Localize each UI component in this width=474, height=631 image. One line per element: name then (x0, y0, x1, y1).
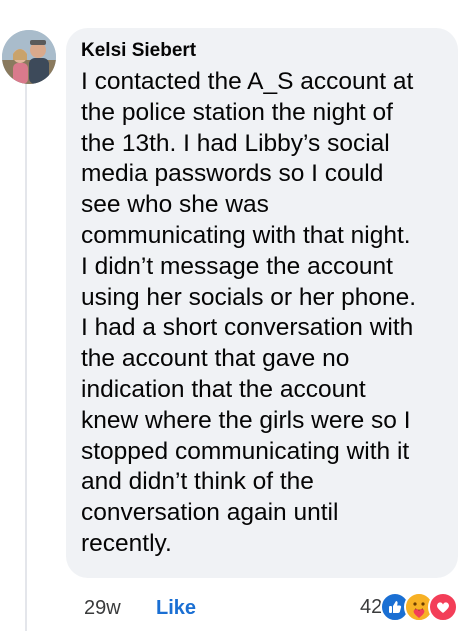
comment-line: using her socials or her phone. (81, 283, 417, 311)
comment-footer: 29w Like 42 (0, 588, 474, 628)
comment-line: see who she was (81, 191, 269, 219)
reaction-count: 42 (360, 596, 383, 618)
comment-line: stopped communicating with it (81, 437, 410, 465)
comment-line: communicating with that night. (81, 221, 411, 249)
comment-bubble: Kelsi Siebert I contacted the A_S accoun… (66, 28, 458, 578)
comment-line: the account that gave no (81, 345, 350, 373)
comment-line: recently. (81, 529, 172, 557)
love-icon (428, 592, 459, 622)
thread-line (25, 84, 27, 631)
avatar[interactable] (2, 30, 56, 84)
comment-text: I contacted the A_S account at the police… (81, 67, 444, 560)
comment-line: I contacted the A_S account at (81, 68, 414, 95)
comment-line: conversation again until (81, 499, 339, 527)
comment-line: indication that the account (81, 375, 366, 403)
author-name[interactable]: Kelsi Siebert (81, 39, 444, 63)
comment-line: and didn’t think of the (81, 468, 314, 496)
comment-line: knew where the girls were so I (81, 406, 411, 434)
comment-line: the police station the night of (81, 98, 393, 126)
comment-screenshot: Kelsi Siebert I contacted the A_S accoun… (0, 0, 474, 631)
comment-line: media passwords so I could (81, 160, 384, 188)
comment-line: the 13th. I had Libby’s social (81, 129, 390, 157)
comment-line: I didn’t message the account (81, 252, 393, 280)
like-button[interactable]: Like (156, 596, 196, 620)
comment-line: I had a short conversation with (81, 314, 414, 342)
reactions-summary[interactable]: 42 (360, 591, 459, 623)
timestamp[interactable]: 29w (84, 596, 121, 620)
avatar-photo (2, 30, 56, 84)
